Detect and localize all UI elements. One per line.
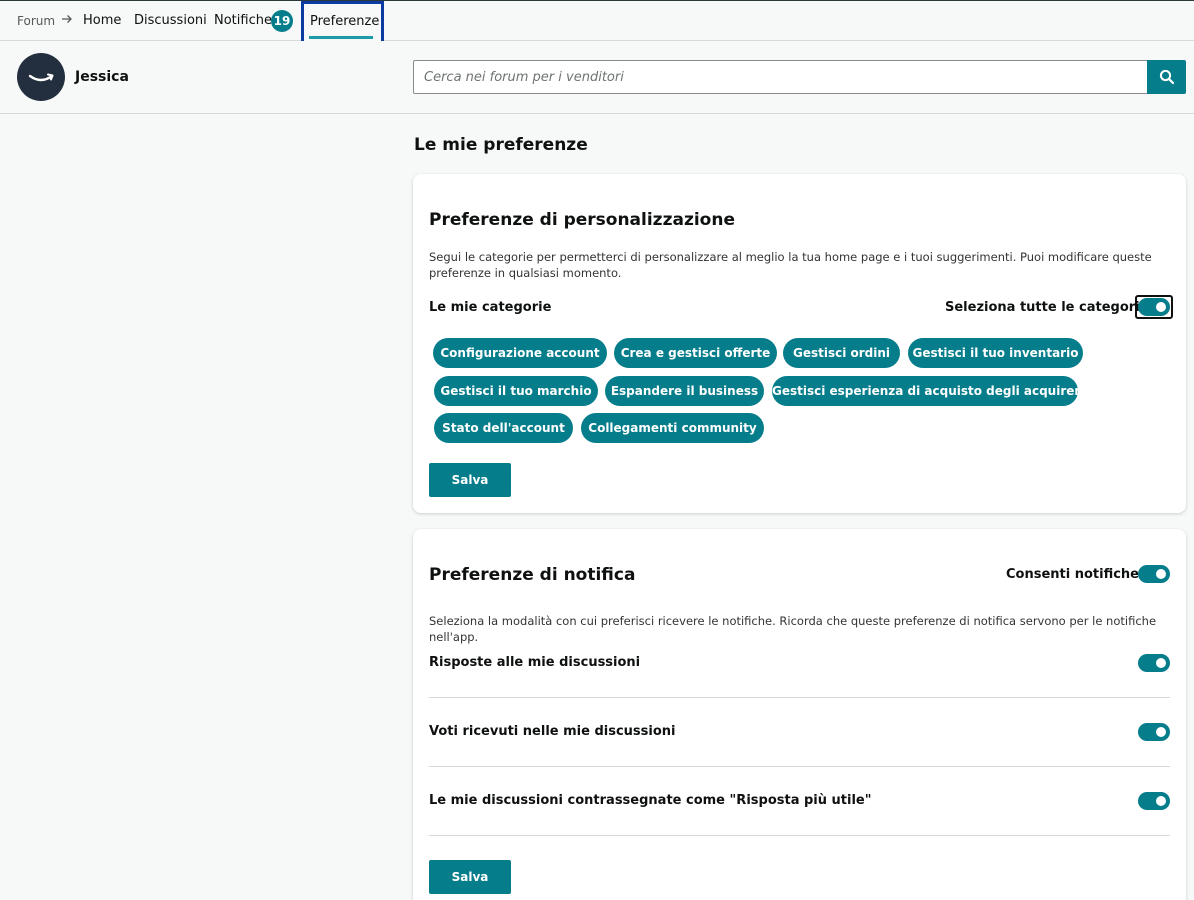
category-pill[interactable]: Gestisci il tuo marchio [434,376,598,406]
notification-item-label: Risposte alle mie discussioni [429,655,641,670]
replies-notification-toggle[interactable] [1138,654,1170,672]
category-pill[interactable]: Configurazione account [433,338,607,368]
active-tab-indicator [309,36,373,39]
select-all-categories-label: Seleziona tutte le categorie [945,300,1149,315]
search-input[interactable] [413,60,1148,94]
personalization-card: Preferenze di personalizzazione Segui le… [413,174,1186,513]
votes-notification-toggle[interactable] [1138,723,1170,741]
nav-notifications-link[interactable]: Notifiche [214,13,272,28]
my-categories-label: Le mie categorie [429,300,552,315]
allow-notifications-toggle[interactable] [1138,565,1170,583]
page-header: Jessica [0,41,1194,114]
divider [429,835,1170,836]
page-title: Le mie preferenze [414,135,588,155]
save-personalization-button[interactable]: Salva [429,463,511,497]
user-name[interactable]: Jessica [75,69,129,85]
avatar[interactable] [17,53,65,101]
divider [429,766,1170,767]
search-icon [1159,69,1174,85]
personalization-title: Preferenze di personalizzazione [429,210,735,230]
personalization-description: Segui le categorie per permetterci di pe… [429,250,1152,280]
category-pill[interactable]: Espandere il business [605,376,764,406]
breadcrumb-forum-link[interactable]: Forum [17,14,55,28]
divider [429,697,1170,698]
nav-discussions-link[interactable]: Discussioni [134,13,207,28]
tab-preferences-label: Preferenze [310,14,380,29]
notification-item-label: Le mie discussioni contrassegnate come "… [429,793,872,808]
category-pill[interactable]: Gestisci ordini [783,338,900,368]
category-pill[interactable]: Gestisci il tuo inventario [908,338,1083,368]
notifications-card: Preferenze di notifica Consenti notifich… [413,529,1186,900]
select-all-categories-toggle[interactable] [1138,298,1170,316]
search-button[interactable] [1147,60,1186,94]
category-pill[interactable]: Gestisci esperienza di acquisto degli ac… [772,376,1093,406]
notifications-count-badge: 19 [271,10,293,32]
notifications-title: Preferenze di notifica [429,565,636,585]
amazon-smile-logo-icon [28,73,54,82]
save-notifications-button[interactable]: Salva [429,860,511,894]
category-pill[interactable]: Collegamenti community [581,413,764,443]
nav-home-link[interactable]: Home [83,13,121,28]
arrow-right-icon [60,11,74,30]
category-pill[interactable]: Stato dell'account [434,413,573,443]
notifications-description: Seleziona la modalità con cui preferisci… [429,614,1157,644]
top-nav-bar: Forum Home Discussioni Notifiche 19 Pref… [0,0,1194,48]
notification-item-label: Voti ricevuti nelle mie discussioni [429,724,676,739]
best-answer-notification-toggle[interactable] [1138,792,1170,810]
allow-notifications-label: Consenti notifiche [1006,567,1140,582]
category-pill[interactable]: Crea e gestisci offerte [614,338,777,368]
